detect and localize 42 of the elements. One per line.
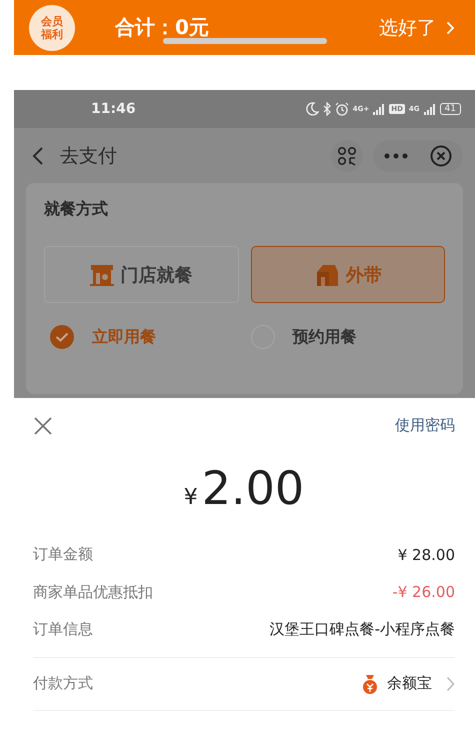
check-icon [55,332,69,342]
close-icon[interactable] [33,416,53,436]
payment-amount: 2.00 [202,461,304,515]
alarm-icon [334,102,349,116]
method-value: 余额宝 [387,674,432,693]
back-icon[interactable] [32,146,44,166]
detail-label: 订单信息 [33,620,93,640]
currency-symbol: ¥ [184,485,198,510]
method-label: 付款方式 [33,674,93,693]
payment-method-row[interactable]: 付款方式 余额宝 [33,658,455,710]
close-icon [430,144,452,166]
chevron-icon [446,676,455,692]
dining-option[interactable]: 门店就餐 [44,246,238,303]
timing-label: 预约用餐 [292,326,356,348]
timing-label: 立即用餐 [92,326,156,348]
storefront-icon [90,262,114,286]
timing-option[interactable]: 预约用餐 [244,325,445,349]
scan-icon [337,146,357,166]
timing-option[interactable]: 立即用餐 [44,325,244,349]
clock-time: 11:46 [91,101,136,117]
page-title: 去支付 [60,144,117,168]
signal-icon [373,104,386,114]
radio-button[interactable] [50,325,74,349]
detail-value: -¥ 26.00 [392,583,455,602]
chevron-icon [446,20,455,34]
more-icon [384,152,408,158]
member-badge[interactable]: 会员 福利 [29,4,75,50]
card-title: 就餐方式 [44,199,109,220]
money-bag-icon [361,674,379,694]
bluetooth-icon [322,102,331,116]
battery-level: 41 [440,103,461,115]
detail-value: ¥ 28.00 [398,546,455,564]
capsule-menu[interactable] [373,140,463,172]
signal-icon [424,104,436,114]
detail-label: 订单金额 [33,545,93,564]
use-password-link[interactable]: 使用密码 [395,416,455,435]
moon-icon [304,102,319,116]
detail-label: 商家单品优惠抵扣 [33,582,153,602]
confirm-button[interactable]: 选好了 [379,14,455,40]
scan-button[interactable] [331,140,363,172]
detail-value: 汉堡王口碑点餐-小程序点餐 [270,620,455,640]
order-total: 合计：0元 [115,14,209,41]
